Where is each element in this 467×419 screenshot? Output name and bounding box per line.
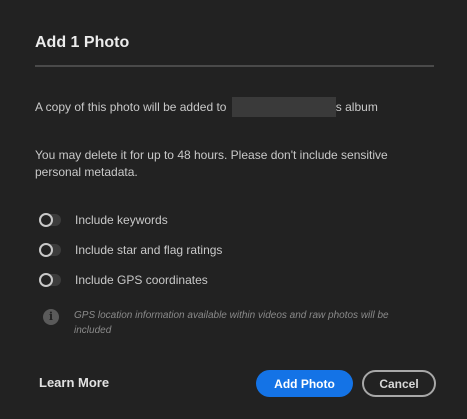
title-divider	[35, 65, 434, 67]
ratings-toggle[interactable]	[39, 243, 61, 257]
album-message: A copy of this photo will be added to s …	[35, 97, 378, 117]
toggle-knob	[39, 273, 53, 287]
album-message-suffix: s album	[335, 100, 378, 114]
cancel-button[interactable]: Cancel	[362, 370, 436, 397]
option-include-gps[interactable]: Include GPS coordinates	[39, 271, 208, 289]
add-photo-dialog: Add 1 Photo A copy of this photo will be…	[0, 0, 467, 419]
ratings-label: Include star and flag ratings	[75, 243, 223, 257]
toggle-knob	[39, 213, 53, 227]
gps-label: Include GPS coordinates	[75, 273, 208, 287]
option-include-keywords[interactable]: Include keywords	[39, 211, 168, 229]
album-message-prefix: A copy of this photo will be added to	[35, 100, 230, 114]
add-photo-button[interactable]: Add Photo	[256, 370, 353, 397]
option-include-ratings[interactable]: Include star and flag ratings	[39, 241, 222, 259]
gps-toggle[interactable]	[39, 273, 61, 287]
dialog-title: Add 1 Photo	[35, 34, 130, 51]
info-icon: i	[43, 309, 59, 325]
toggle-knob	[39, 243, 53, 257]
learn-more-link[interactable]: Learn More	[39, 375, 109, 390]
redacted-album-owner	[231, 97, 336, 117]
delete-notice: You may delete it for up to 48 hours. Pl…	[35, 148, 388, 179]
gps-info-note: GPS location information available withi…	[74, 310, 389, 336]
keywords-label: Include keywords	[75, 213, 168, 227]
keywords-toggle[interactable]	[39, 213, 61, 227]
